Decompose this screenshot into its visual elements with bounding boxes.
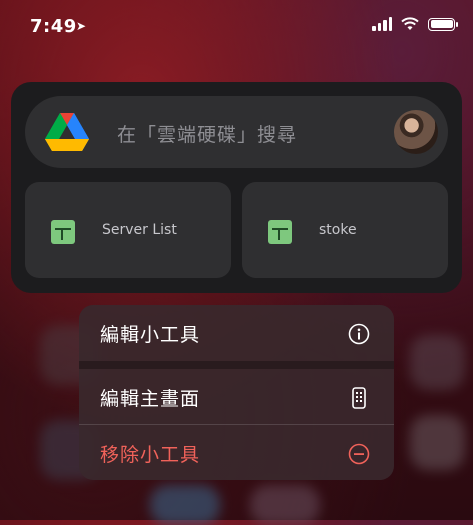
minus-circle-icon xyxy=(348,443,370,465)
drive-search-bar[interactable]: 在「雲端硬碟」搜尋 xyxy=(25,96,448,168)
google-drive-icon xyxy=(45,113,89,151)
file-tile-server-list[interactable]: Server List xyxy=(25,182,231,278)
background-app-blur xyxy=(250,485,320,525)
widget-context-menu: 編輯小工具 編輯主畫面 移除小工具 xyxy=(79,305,394,480)
edit-home-screen-menu-item[interactable]: 編輯主畫面 xyxy=(79,369,394,429)
wifi-icon xyxy=(401,17,419,30)
location-arrow-icon: ➤ xyxy=(76,19,87,33)
status-time: 7:49 xyxy=(30,16,77,37)
info-circle-icon xyxy=(348,323,370,345)
menu-item-label: 編輯主畫面 xyxy=(100,388,201,410)
remove-widget-menu-item[interactable]: 移除小工具 xyxy=(79,425,394,480)
background-app-blur xyxy=(150,485,220,525)
file-name: stoke xyxy=(319,222,357,238)
battery-icon xyxy=(428,17,458,31)
search-placeholder: 在「雲端硬碟」搜尋 xyxy=(117,124,298,146)
file-tile-stoke[interactable]: stoke xyxy=(242,182,448,278)
phone-apps-icon xyxy=(352,387,366,409)
background-app-blur xyxy=(410,415,465,470)
menu-item-label: 編輯小工具 xyxy=(100,324,201,346)
edit-widget-menu-item[interactable]: 編輯小工具 xyxy=(79,305,394,365)
sheets-icon xyxy=(268,220,292,244)
signal-icon xyxy=(372,17,392,31)
avatar[interactable] xyxy=(394,110,438,154)
menu-divider xyxy=(79,361,394,369)
status-bar: 7:49 ➤ xyxy=(0,0,473,56)
sheets-icon xyxy=(51,220,75,244)
google-drive-widget[interactable]: 在「雲端硬碟」搜尋 Server List stoke xyxy=(11,82,462,293)
menu-item-label: 移除小工具 xyxy=(100,444,201,466)
background-app-blur xyxy=(410,335,465,390)
file-name: Server List xyxy=(102,222,177,238)
